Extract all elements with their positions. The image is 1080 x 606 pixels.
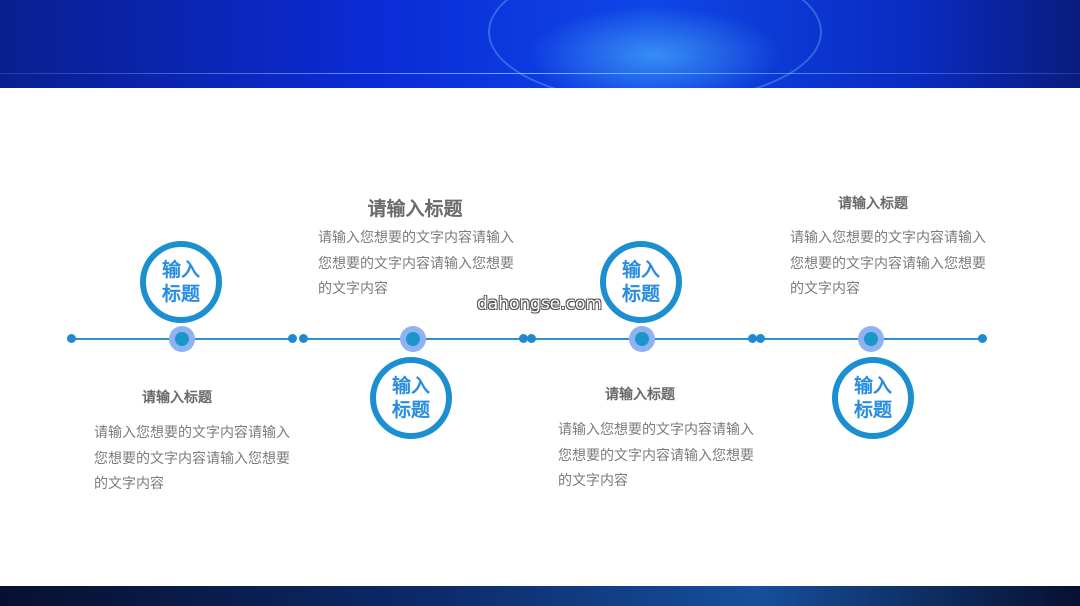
step-2-badge: 输入标题 xyxy=(370,357,452,439)
step-1-badge-text: 输入标题 xyxy=(161,259,200,305)
node-core xyxy=(175,332,189,346)
step-2-badge-text: 输入标题 xyxy=(391,375,430,421)
timeline-node xyxy=(169,326,195,352)
bottom-banner xyxy=(0,586,1080,606)
timeline-dot xyxy=(67,334,76,343)
timeline-dot xyxy=(288,334,297,343)
step-3-badge: 输入标题 xyxy=(600,241,682,323)
node-core xyxy=(406,332,420,346)
banner-line xyxy=(0,73,1080,74)
step-1-badge: 输入标题 xyxy=(140,241,222,323)
step-4-body: 请输入您想要的文字内容请输入您想要的文字内容请输入您想要的文字内容 xyxy=(790,230,986,297)
top-banner xyxy=(0,0,1080,88)
banner-glow xyxy=(488,0,822,88)
node-core xyxy=(864,332,878,346)
timeline-dot xyxy=(756,334,765,343)
step-1-body: 请输入您想要的文字内容请输入您想要的文字内容请输入您想要的文字内容 xyxy=(94,425,290,492)
timeline-node xyxy=(629,326,655,352)
step-3-badge-text: 输入标题 xyxy=(621,259,660,305)
node-core xyxy=(635,332,649,346)
step-4-badge-text: 输入标题 xyxy=(853,375,892,421)
step-2-heading: 请输入标题 xyxy=(367,198,463,220)
timeline-dot xyxy=(299,334,308,343)
step-4-heading: 请输入标题 xyxy=(838,196,908,212)
step-2-body: 请输入您想要的文字内容请输入您想要的文字内容请输入您想要的文字内容 xyxy=(318,230,514,297)
timeline-node xyxy=(400,326,426,352)
timeline-dot xyxy=(978,334,987,343)
timeline-node xyxy=(858,326,884,352)
watermark: dahongse.com xyxy=(477,294,602,314)
step-3-body: 请输入您想要的文字内容请输入您想要的文字内容请输入您想要的文字内容 xyxy=(558,422,754,489)
timeline-dot xyxy=(527,334,536,343)
step-4-badge: 输入标题 xyxy=(832,357,914,439)
step-1-heading: 请输入标题 xyxy=(142,390,212,406)
step-3-heading: 请输入标题 xyxy=(605,387,675,403)
